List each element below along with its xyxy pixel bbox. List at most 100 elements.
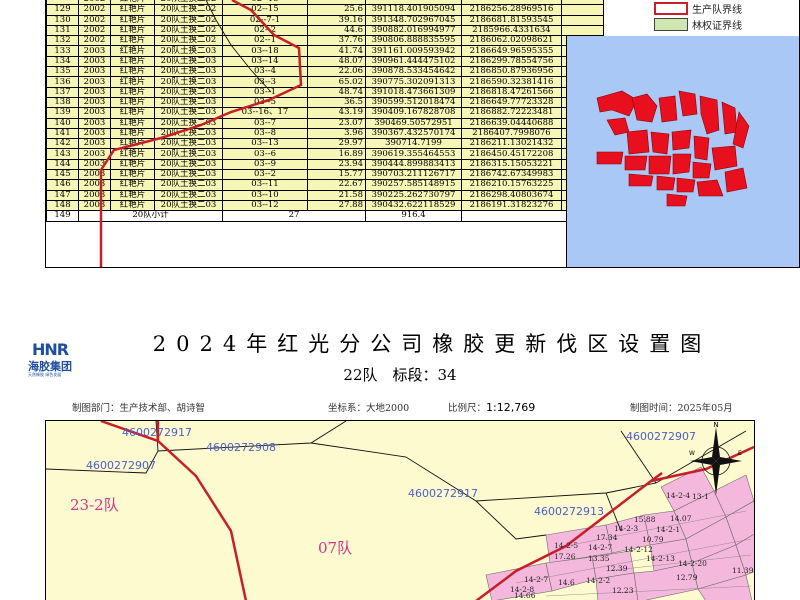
table-cell-area-name: 红艳片	[110, 117, 155, 129]
table-cell-y: 2186191.31823276	[461, 199, 562, 212]
table-cell-year: 2003	[78, 107, 111, 119]
overview-parcel	[596, 90, 638, 117]
table-row: 138 2003 红艳片 20队土换二03 03--5 36.5 390599.512018…	[46, 96, 604, 109]
table-cell-x: 390619.355464553	[365, 148, 462, 160]
table-cell-code: 03--13	[222, 138, 308, 150]
table-cell-x: 391348.702967045	[365, 14, 462, 26]
table-cell-size: 16.89	[307, 148, 366, 160]
table-cell-area-name: 红艳片	[110, 76, 155, 88]
table-cell-area-name: 红艳片	[110, 45, 155, 57]
table-cell-size: 48.74	[307, 86, 366, 98]
table-cell-no: 137	[46, 86, 79, 98]
table-cell-size: 15.77	[307, 169, 366, 181]
table-cell-year: 2002	[78, 4, 111, 16]
table-cell-x: 390703.211126717	[365, 169, 462, 181]
overview-parcel	[676, 177, 696, 193]
table-cell-team: 20队土换二03	[154, 189, 223, 201]
plot-label: 14.6	[558, 578, 575, 587]
table-cell-area-name: 红艳片	[110, 148, 155, 160]
table-cell-year: 2003	[78, 179, 111, 191]
table-cell-no: 145	[46, 169, 79, 181]
table-cell-team: 20队土换二02	[154, 14, 223, 26]
table-cell-year: 2002	[78, 24, 111, 37]
table-cell-area-name: 红艳片	[110, 199, 155, 212]
map-coordinate-system: 坐标系：大地2000	[328, 403, 410, 414]
table-cell-team: 20队土换二03	[154, 45, 223, 57]
plot-label: 12.39	[606, 564, 628, 573]
table-cell-x: 390882.016994977	[365, 24, 462, 37]
table-cell-x: 390469.50572951	[365, 117, 462, 129]
map-legend: 生产队界线 林权证界线	[644, 0, 799, 32]
table-cell-y: 2186818.47261566	[461, 86, 562, 98]
table-cell-area-name: 红艳片	[110, 24, 155, 37]
table-cell-no: 136	[46, 76, 79, 88]
legend-item-team-boundary: 生产队界线	[654, 0, 742, 16]
overview-parcel	[692, 161, 712, 179]
overview-parcel	[656, 175, 676, 191]
table-cell-team: 20队土换二03	[154, 138, 223, 150]
overview-parcel	[693, 135, 710, 161]
forest-parcel-code: 4600272907	[86, 459, 156, 472]
legend-item-forest-boundary: 林权证界线	[654, 16, 742, 32]
table-row: 142 2003 红艳片 20队土换二03 03--13 29.97 390714.7199…	[46, 138, 604, 150]
table-row: 140 2003 红艳片 20队土换二03 03--7 23.07 390469.50572…	[46, 117, 604, 129]
logo-mark: HNR	[32, 340, 69, 359]
table-cell-area-name: 红艳片	[110, 158, 155, 171]
table-cell-no: 141	[46, 127, 79, 140]
table-cell-team: 20队土换二03	[154, 55, 223, 68]
overview-parcel	[606, 117, 630, 136]
table-cell-y: 2186256.28969516	[461, 4, 562, 16]
plot-label: 14-2-7	[588, 543, 613, 552]
table-cell-no: 140	[46, 117, 79, 129]
table-cell-summary-no: 149	[46, 210, 79, 222]
table-cell-no: 144	[46, 158, 79, 171]
table-row: 136 2003 红艳片 20队土换二03 03--3 65.02 390775.30209…	[46, 76, 604, 88]
table-cell-size: 65.02	[307, 76, 366, 88]
table-cell-team: 20队土换二03	[154, 117, 223, 129]
overview-parcel	[699, 95, 720, 135]
table-cell-y: 2186681.81593545	[461, 14, 562, 26]
table-row: 143 2003 红艳片 20队土换二03 03--6 16.89 390619.35546…	[46, 148, 604, 160]
table-cell-year: 2003	[78, 169, 111, 181]
table-cell-y: 2186299.78554756	[461, 55, 562, 68]
table-cell-size: 41.74	[307, 45, 366, 57]
table-cell-x: 390225.262730797	[365, 189, 462, 201]
plot-label: 14-2-13	[646, 554, 675, 563]
overview-parcel	[666, 193, 688, 207]
table-cell-area-name: 红艳片	[110, 127, 155, 140]
table-cell-size: 48.07	[307, 55, 366, 68]
table-cell-no: 129	[46, 4, 79, 16]
compass-west-point	[690, 457, 716, 465]
overview-parcel	[672, 153, 692, 175]
table-cell-summary-total: 916.4	[365, 210, 462, 222]
table-cell-y: 2186850.87936956	[461, 66, 562, 78]
table-cell-x: 390367.432570174	[365, 127, 462, 140]
table-row: 134 2003 红艳片 20队土换二03 03--14 48.07 390961.4444…	[46, 55, 604, 68]
table-cell-code: 03--4	[222, 66, 308, 78]
table-cell-year: 2003	[78, 138, 111, 150]
table-cell-code: 03--14	[222, 55, 308, 68]
plot-label: 14-2-12	[624, 545, 653, 554]
table-cell-size: 23.07	[307, 117, 366, 129]
table-row: 137 2003 红艳片 20队土换二03 03--1 48.74 391018.47366…	[46, 86, 604, 98]
table-cell-y: 2186649.96595355	[461, 45, 562, 57]
table-cell-no: 147	[46, 189, 79, 201]
plot-label: 12.79	[676, 573, 698, 582]
table-cell-year: 2003	[78, 199, 111, 212]
table-cell-no: 130	[46, 14, 79, 26]
table-cell-no: 139	[46, 107, 79, 119]
main-map-canvas	[46, 421, 754, 600]
table-cell-code: 02--15	[222, 4, 308, 16]
table-cell-year: 2003	[78, 127, 111, 140]
table-cell-code: 03--11	[222, 179, 308, 191]
table-cell-area-name: 红艳片	[110, 86, 155, 98]
table-cell-size: 22.06	[307, 66, 366, 78]
table-cell-size: 29.97	[307, 138, 366, 150]
plot-label: 17.34	[596, 533, 618, 542]
table-cell-no: 143	[46, 148, 79, 160]
table-cell-size: 22.67	[307, 179, 366, 191]
table-cell-empty	[561, 4, 604, 16]
table-cell-year: 2002	[78, 35, 111, 47]
table-cell-code: 02--7-1	[222, 14, 308, 26]
table-cell-no: 132	[46, 35, 79, 47]
